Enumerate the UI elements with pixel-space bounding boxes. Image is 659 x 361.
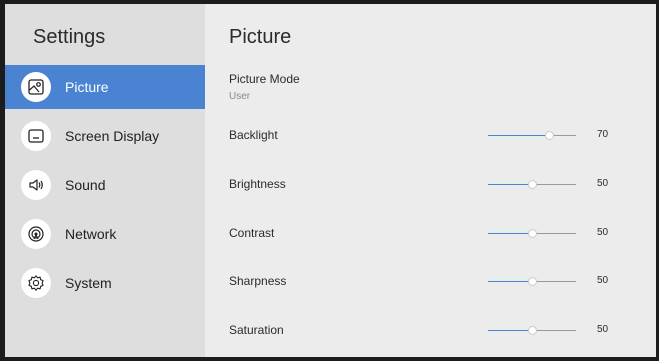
slider-thumb[interactable] [527, 326, 537, 335]
picture-settings-panel: Picture Picture Mode User Backlight 70 B… [205, 4, 656, 357]
sidebar-item-label: Picture [65, 79, 109, 95]
setting-value: 50 [597, 178, 609, 189]
picture-mode-value: User [229, 91, 251, 102]
contrast-slider[interactable] [488, 229, 576, 238]
slider-thumb[interactable] [527, 180, 537, 189]
setting-label: Sharpness [229, 274, 287, 288]
sidebar: Settings Picture Screen Display Sound Ne… [5, 4, 205, 357]
sidebar-item-system[interactable]: System [5, 261, 205, 305]
slider-fill [488, 135, 550, 136]
setting-label: Backlight [229, 128, 278, 142]
slider-fill [488, 184, 532, 185]
sidebar-item-label: Screen Display [65, 128, 160, 144]
settings-window: Settings Picture Screen Display Sound Ne… [5, 4, 656, 357]
saturation-slider[interactable] [488, 326, 576, 335]
sidebar-item-picture[interactable]: Picture [5, 65, 205, 109]
setting-label: Saturation [229, 323, 284, 337]
slider-fill [488, 281, 532, 282]
slider-thumb[interactable] [527, 277, 537, 286]
backlight-slider[interactable] [488, 131, 576, 140]
screen-display-icon [21, 121, 51, 151]
slider-thumb[interactable] [527, 229, 537, 238]
sidebar-item-sound[interactable]: Sound [5, 163, 205, 207]
sidebar-title: Settings [33, 26, 106, 48]
setting-row-backlight[interactable]: Backlight 70 [205, 125, 656, 145]
network-icon [21, 219, 51, 249]
sidebar-item-screen-display[interactable]: Screen Display [5, 114, 205, 158]
setting-label: Contrast [229, 226, 275, 240]
slider-fill [488, 330, 532, 331]
sidebar-item-network[interactable]: Network [5, 212, 205, 256]
setting-value: 50 [597, 227, 609, 238]
setting-row-brightness[interactable]: Brightness 50 [205, 174, 656, 194]
sharpness-slider[interactable] [488, 277, 576, 286]
sound-icon [21, 170, 51, 200]
setting-value: 70 [597, 129, 609, 140]
sidebar-item-label: Network [65, 226, 117, 242]
brightness-slider[interactable] [488, 180, 576, 189]
setting-value: 50 [597, 324, 609, 335]
slider-thumb[interactable] [545, 131, 555, 140]
system-icon [21, 268, 51, 298]
setting-label: Brightness [229, 177, 286, 191]
picture-icon [21, 72, 51, 102]
sidebar-item-label: System [65, 275, 112, 291]
setting-row-sharpness[interactable]: Sharpness 50 [205, 271, 656, 291]
setting-row-saturation[interactable]: Saturation 50 [205, 320, 656, 340]
picture-mode-label[interactable]: Picture Mode [229, 72, 300, 86]
sidebar-item-label: Sound [65, 177, 106, 193]
setting-value: 50 [597, 275, 609, 286]
slider-fill [488, 233, 532, 234]
page-title: Picture [229, 26, 292, 48]
setting-row-contrast[interactable]: Contrast 50 [205, 223, 656, 243]
